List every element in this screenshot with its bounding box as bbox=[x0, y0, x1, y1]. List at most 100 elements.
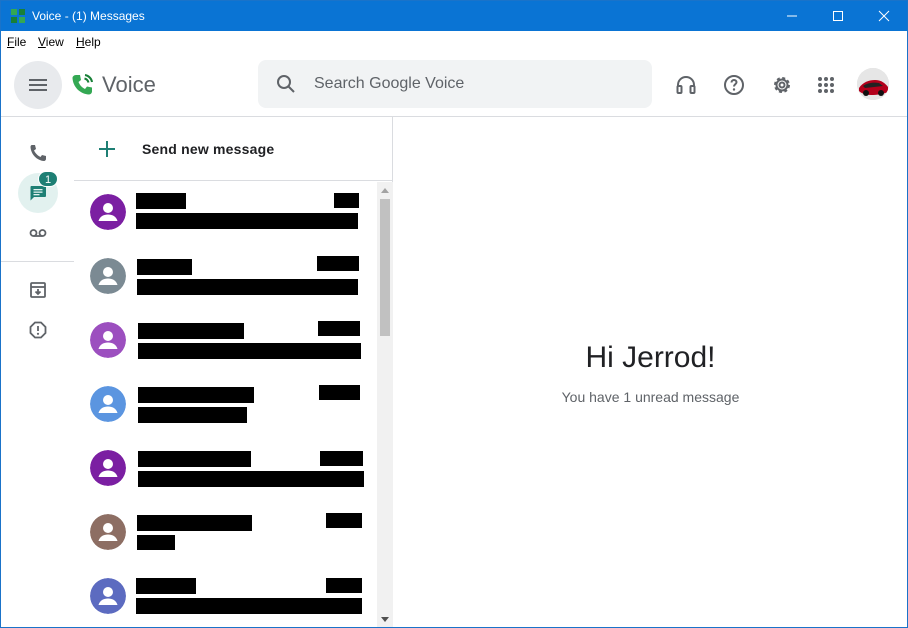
google-voice-logo-icon bbox=[72, 74, 93, 95]
redacted-timestamp bbox=[317, 256, 359, 271]
headset-icon bbox=[676, 75, 696, 94]
conversation-scrollbar[interactable] bbox=[377, 182, 393, 627]
apps-grid-icon bbox=[818, 77, 834, 93]
search-box[interactable] bbox=[258, 60, 652, 108]
person-icon bbox=[90, 322, 126, 358]
contact-avatar bbox=[90, 514, 126, 550]
menu-file[interactable]: File bbox=[7, 35, 26, 49]
scroll-thumb[interactable] bbox=[380, 199, 390, 336]
conversation-item[interactable] bbox=[74, 438, 377, 502]
apps-button[interactable] bbox=[806, 65, 846, 105]
archive-icon bbox=[30, 282, 46, 298]
person-icon bbox=[90, 578, 126, 614]
redacted-message-preview bbox=[138, 343, 361, 359]
redacted-message-preview bbox=[138, 471, 364, 487]
send-new-message-button[interactable]: Send new message bbox=[74, 117, 393, 181]
redacted-timestamp bbox=[320, 451, 363, 466]
person-icon bbox=[90, 450, 126, 486]
help-button[interactable] bbox=[714, 65, 754, 105]
phone-icon bbox=[30, 145, 46, 161]
contact-avatar bbox=[90, 194, 126, 230]
conversation-item[interactable] bbox=[74, 246, 377, 310]
scroll-up-arrow-icon bbox=[381, 187, 389, 193]
window-title: Voice - (1) Messages bbox=[32, 9, 145, 23]
conversation-list bbox=[74, 182, 377, 627]
redacted-timestamp bbox=[326, 513, 362, 528]
redacted-message-preview bbox=[136, 598, 362, 614]
voice-app-icon bbox=[11, 9, 25, 23]
redacted-message-preview bbox=[138, 407, 247, 423]
close-icon bbox=[878, 10, 890, 22]
greeting-heading: Hi Jerrod! bbox=[585, 341, 716, 374]
conversation-item[interactable] bbox=[74, 310, 377, 374]
send-new-message-label: Send new message bbox=[142, 141, 275, 157]
settings-button[interactable] bbox=[762, 65, 802, 105]
conversation-item[interactable] bbox=[74, 566, 377, 627]
contact-avatar bbox=[90, 450, 126, 486]
hamburger-icon bbox=[29, 79, 47, 91]
redacted-contact-name bbox=[136, 578, 196, 594]
contact-avatar bbox=[90, 258, 126, 294]
contact-avatar bbox=[90, 322, 126, 358]
minimize-icon bbox=[787, 15, 797, 17]
scroll-up-button[interactable] bbox=[377, 182, 393, 198]
profile-photo bbox=[857, 68, 889, 100]
redacted-timestamp bbox=[334, 193, 359, 208]
app-header: Voice bbox=[1, 53, 907, 117]
scroll-down-arrow-icon bbox=[381, 616, 389, 622]
settings-icon bbox=[774, 77, 790, 93]
contact-avatar bbox=[90, 578, 126, 614]
person-icon bbox=[90, 258, 126, 294]
unread-badge: 1 bbox=[38, 171, 58, 187]
conversation-item[interactable] bbox=[74, 374, 377, 438]
contact-avatar bbox=[90, 386, 126, 422]
person-icon bbox=[90, 514, 126, 550]
support-button[interactable] bbox=[666, 65, 706, 105]
brand-name: Voice bbox=[102, 72, 156, 97]
main-content-pane: Hi Jerrod! You have 1 unread message bbox=[394, 117, 907, 627]
redacted-contact-name bbox=[138, 323, 244, 339]
redacted-timestamp bbox=[318, 321, 360, 336]
redacted-message-preview bbox=[136, 213, 358, 229]
nav-rail: 1 bbox=[1, 117, 74, 627]
redacted-timestamp bbox=[319, 385, 360, 400]
redacted-message-preview bbox=[137, 279, 358, 295]
redacted-contact-name bbox=[136, 193, 186, 209]
menu-help[interactable]: Help bbox=[76, 35, 101, 49]
spam-icon bbox=[29, 321, 47, 339]
redacted-contact-name bbox=[137, 515, 252, 531]
close-button[interactable] bbox=[861, 1, 907, 31]
redacted-message-preview bbox=[137, 535, 175, 550]
search-icon[interactable] bbox=[275, 73, 297, 95]
redacted-contact-name bbox=[138, 451, 251, 467]
title-bar[interactable]: Voice - (1) Messages bbox=[1, 1, 907, 31]
unread-message-text: You have 1 unread message bbox=[561, 389, 740, 405]
conversation-item[interactable] bbox=[74, 502, 377, 566]
menu-view[interactable]: View bbox=[38, 35, 64, 49]
nav-calls[interactable] bbox=[18, 133, 58, 173]
nav-archive[interactable] bbox=[18, 270, 58, 310]
plus-icon bbox=[99, 141, 115, 157]
maximize-button[interactable] bbox=[815, 1, 861, 31]
redacted-timestamp bbox=[326, 578, 362, 593]
search-input[interactable] bbox=[314, 72, 634, 96]
person-icon bbox=[90, 194, 126, 230]
rail-divider bbox=[1, 261, 74, 262]
conversation-item[interactable] bbox=[74, 182, 377, 246]
nav-messages[interactable]: 1 bbox=[18, 171, 58, 213]
nav-voicemail[interactable] bbox=[18, 213, 58, 253]
menu-bar: File View Help bbox=[1, 31, 907, 53]
maximize-icon bbox=[833, 11, 843, 21]
app-window: Voice - (1) Messages File View Help Voic… bbox=[0, 0, 908, 628]
main-menu-button[interactable] bbox=[14, 61, 62, 109]
conversation-list-pane: Send new message bbox=[74, 117, 393, 627]
person-icon bbox=[90, 386, 126, 422]
redacted-contact-name bbox=[138, 387, 254, 403]
account-avatar[interactable] bbox=[857, 68, 889, 100]
scroll-down-button[interactable] bbox=[377, 611, 393, 627]
nav-spam[interactable] bbox=[18, 310, 58, 350]
redacted-contact-name bbox=[137, 259, 192, 275]
help-icon bbox=[724, 75, 744, 95]
voicemail-icon bbox=[29, 229, 47, 237]
minimize-button[interactable] bbox=[769, 1, 815, 31]
